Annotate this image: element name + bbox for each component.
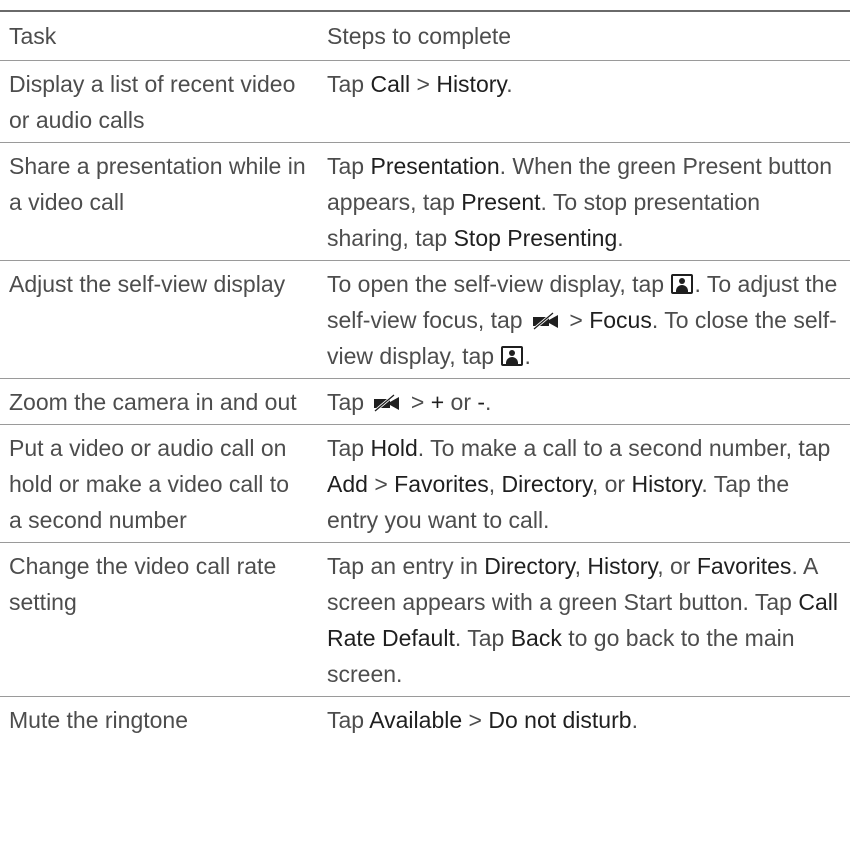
steps-cell: Tap > + or -. bbox=[318, 378, 850, 425]
header-steps: Steps to complete bbox=[318, 10, 850, 61]
focus-term: Focus bbox=[589, 307, 652, 333]
task-cell: Put a video or audio call on hold or mak… bbox=[0, 424, 318, 543]
task-steps-table: Task Steps to complete Display a list of… bbox=[0, 10, 850, 742]
table-row: Share a presentation while in a video ca… bbox=[0, 142, 850, 261]
task-cell: Change the video call rate setting bbox=[0, 542, 318, 697]
table-row: Zoom the camera in and out Tap > + or -. bbox=[0, 378, 850, 425]
present-term: Present bbox=[461, 189, 541, 215]
task-cell: Mute the ringtone bbox=[9, 707, 189, 733]
self-view-icon bbox=[671, 274, 694, 294]
history-term: History bbox=[631, 471, 702, 497]
favorites-term: Favorites bbox=[696, 553, 792, 579]
steps-cell: To open the self-view display, tap . To … bbox=[318, 260, 850, 379]
task-cell: Zoom the camera in and out bbox=[0, 378, 318, 425]
directory-term: Directory bbox=[501, 471, 592, 497]
camera-off-icon bbox=[374, 394, 400, 412]
steps-cell: Tap Call > History. bbox=[318, 60, 850, 143]
table-row: Display a list of recent video or audio … bbox=[0, 60, 850, 143]
table-row: Adjust the self-view display To open the… bbox=[0, 260, 850, 379]
table-header-row: Task Steps to complete bbox=[0, 10, 850, 61]
presentation-term: Presentation bbox=[370, 153, 500, 179]
steps-cell: Tap Presentation. When the green Present… bbox=[318, 142, 850, 261]
task-cell: Display a list of recent video or audio … bbox=[0, 60, 318, 143]
call-term: Call bbox=[370, 71, 411, 97]
table-row: Change the video call rate setting Tap a… bbox=[0, 542, 850, 697]
hold-term: Hold bbox=[370, 435, 418, 461]
available-term: Available bbox=[369, 707, 463, 733]
camera-off-icon bbox=[532, 312, 558, 330]
steps-cell: Tap an entry in Directory, History, or F… bbox=[318, 542, 850, 697]
back-term: Back bbox=[510, 625, 562, 651]
directory-term: Directory bbox=[484, 553, 575, 579]
steps-cell: Tap Available > Do not disturb. bbox=[327, 707, 638, 733]
header-task: Task bbox=[0, 10, 318, 61]
plus-term: + bbox=[430, 389, 445, 415]
table-row: Mute the ringtone Tap Available > Do not… bbox=[0, 697, 850, 743]
task-cell: Adjust the self-view display bbox=[0, 260, 318, 379]
task-cell: Share a presentation while in a video ca… bbox=[0, 142, 318, 261]
self-view-icon bbox=[501, 346, 524, 366]
add-term: Add bbox=[327, 471, 368, 497]
steps-cell: Tap Hold. To make a call to a second num… bbox=[318, 424, 850, 543]
history-term: History bbox=[436, 71, 507, 97]
history-term: History bbox=[587, 553, 658, 579]
do-not-disturb-term: Do not disturb bbox=[488, 707, 632, 733]
minus-term: - bbox=[477, 389, 486, 415]
stop-presenting-term: Stop Presenting bbox=[453, 225, 618, 251]
favorites-term: Favorites bbox=[394, 471, 489, 497]
table-row: Put a video or audio call on hold or mak… bbox=[0, 424, 850, 543]
